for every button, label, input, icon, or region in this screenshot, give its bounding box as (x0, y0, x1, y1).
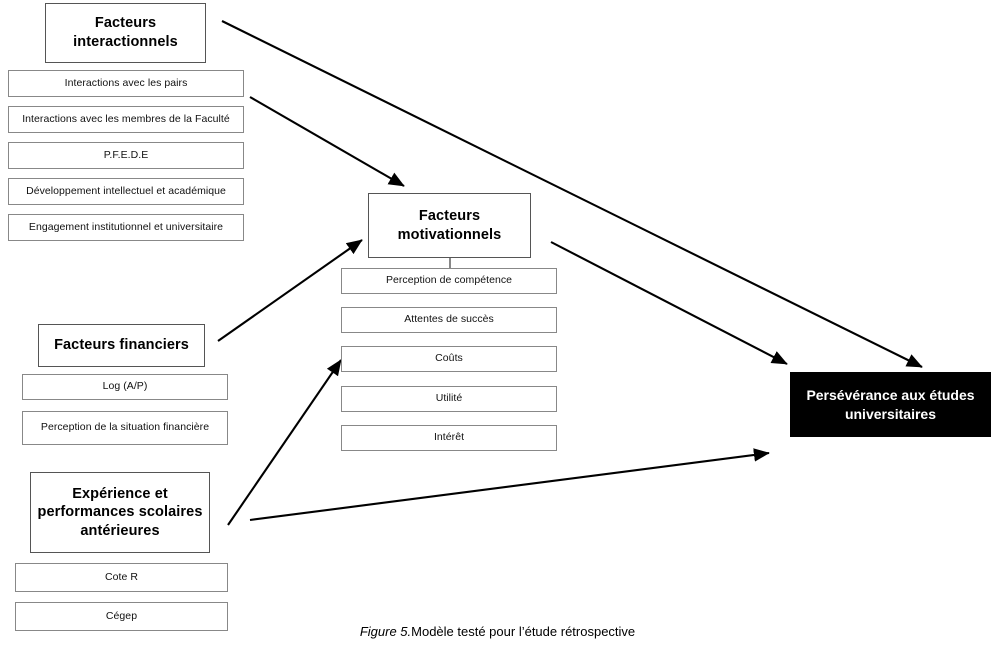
outcome-title-line2: universitaires (844, 405, 937, 422)
construct-motivational-title[interactable]: Facteurs motivationnels (368, 193, 531, 258)
indicator-engagement-institutionnel[interactable]: Engagement institutionnel et universitai… (8, 214, 244, 241)
construct-interactional-title-line2: interactionnels (73, 34, 178, 50)
diagram-canvas: Facteurs interactionnels Interactions av… (0, 0, 995, 653)
edge-interactional-to-outcome (221, 20, 923, 368)
edge-experience-to-motivational (227, 359, 342, 526)
indicator-interactions-pairs[interactable]: Interactions avec les pairs (8, 70, 244, 97)
figure-caption-text: Modèle testé pour l’étude rétrospective (411, 624, 636, 639)
construct-motivational-title-line2: motivationnels (397, 226, 502, 243)
construct-motivational-title-line1: Facteurs (418, 207, 481, 224)
indicator-developpement-intellectuel[interactable]: Développement intellectuel et académique (8, 178, 244, 205)
construct-experience-title-line3: antérieures (80, 522, 160, 539)
indicator-label: Perception de compétence (385, 274, 513, 287)
indicator-label: Intérêt (433, 431, 465, 444)
indicator-label: Interactions avec les membres de la Facu… (22, 112, 230, 125)
indicator-label: Cégep (105, 609, 138, 622)
indicator-attentes-succes[interactable]: Attentes de succès (341, 307, 557, 333)
figure-caption: Figure 5.Modèle testé pour l’étude rétro… (0, 624, 995, 639)
indicator-label: Cote R (105, 570, 138, 583)
indicator-label: Utilité (435, 392, 463, 405)
indicator-label: Engagement institutionnel et universitai… (28, 220, 224, 233)
outcome-title-line1: Persévérance aux études (806, 386, 975, 403)
construct-financial-title-label: Facteurs financiers (54, 337, 189, 354)
indicator-label: Développement intellectuel et académique (26, 184, 226, 197)
construct-experience-title-line2: performances scolaires (37, 504, 203, 521)
indicator-label: Attentes de succès (404, 313, 494, 326)
edge-interactional-to-motivational (249, 96, 405, 187)
construct-experience-title-line1: Expérience et (72, 485, 168, 502)
indicator-label: Perception de la situation financière (40, 421, 210, 434)
indicator-cote-r[interactable]: Cote R (15, 563, 228, 592)
indicator-perception-competence[interactable]: Perception de compétence (341, 268, 557, 294)
indicator-interet[interactable]: Intérêt (341, 425, 557, 451)
outcome-perseverance[interactable]: Persévérance aux études universitaires (790, 372, 991, 437)
construct-financial-title[interactable]: Facteurs financiers (38, 324, 205, 367)
indicator-label: P.F.E.D.E (103, 148, 149, 161)
indicator-label: Coûts (435, 352, 463, 365)
figure-number: Figure 5. (359, 624, 412, 639)
indicator-label: Interactions avec les pairs (64, 76, 188, 89)
indicator-perception-situation-financiere[interactable]: Perception de la situation financière (22, 411, 228, 445)
indicator-couts[interactable]: Coûts (341, 346, 557, 372)
indicator-interactions-faculte[interactable]: Interactions avec les membres de la Facu… (8, 106, 244, 133)
indicator-pfede[interactable]: P.F.E.D.E (8, 142, 244, 169)
indicator-utilite[interactable]: Utilité (341, 386, 557, 412)
edge-motivational-to-outcome (550, 241, 788, 365)
edge-experience-to-outcome (249, 448, 770, 522)
construct-interactional-title[interactable]: Facteurs interactionnels (45, 3, 206, 63)
indicator-label: Log (A/P) (102, 380, 148, 393)
indicator-log-ap[interactable]: Log (A/P) (22, 374, 228, 400)
construct-interactional-title-line1: Facteurs (94, 15, 157, 32)
construct-experience-title[interactable]: Expérience et performances scolaires ant… (30, 472, 210, 553)
